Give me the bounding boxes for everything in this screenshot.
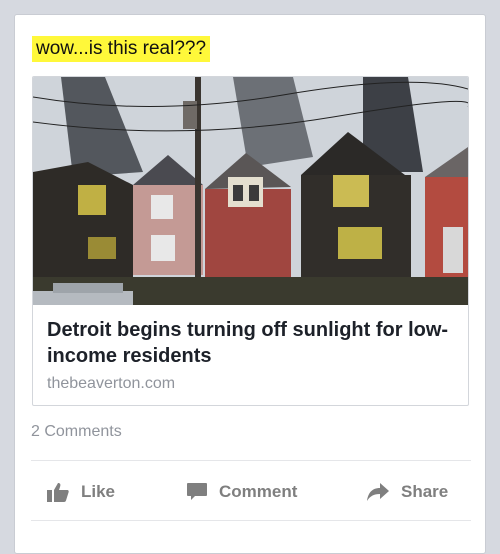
post-card: wow...is this real??? Detroit begins tur… <box>14 14 486 554</box>
divider <box>31 460 471 461</box>
thumbs-up-icon <box>47 483 69 502</box>
like-button[interactable]: Like <box>47 472 115 512</box>
divider <box>31 520 471 521</box>
article-title[interactable]: Detroit begins turning off sunlight for … <box>47 317 457 369</box>
share-label: Share <box>401 482 449 501</box>
article-image <box>33 77 468 305</box>
link-preview-card[interactable]: Detroit begins turning off sunlight for … <box>32 76 469 406</box>
comment-label: Comment <box>219 482 298 501</box>
action-bar: Like Comment Share <box>15 472 487 522</box>
share-arrow-icon <box>367 483 389 501</box>
comments-count[interactable]: 2 Comments <box>31 423 122 441</box>
share-button[interactable]: Share <box>367 472 448 512</box>
article-domain: thebeaverton.com <box>47 375 176 392</box>
speech-bubble-icon <box>187 483 207 500</box>
post-text: wow...is this real??? <box>32 36 211 62</box>
like-label: Like <box>81 482 116 501</box>
comment-button[interactable]: Comment <box>187 472 297 512</box>
